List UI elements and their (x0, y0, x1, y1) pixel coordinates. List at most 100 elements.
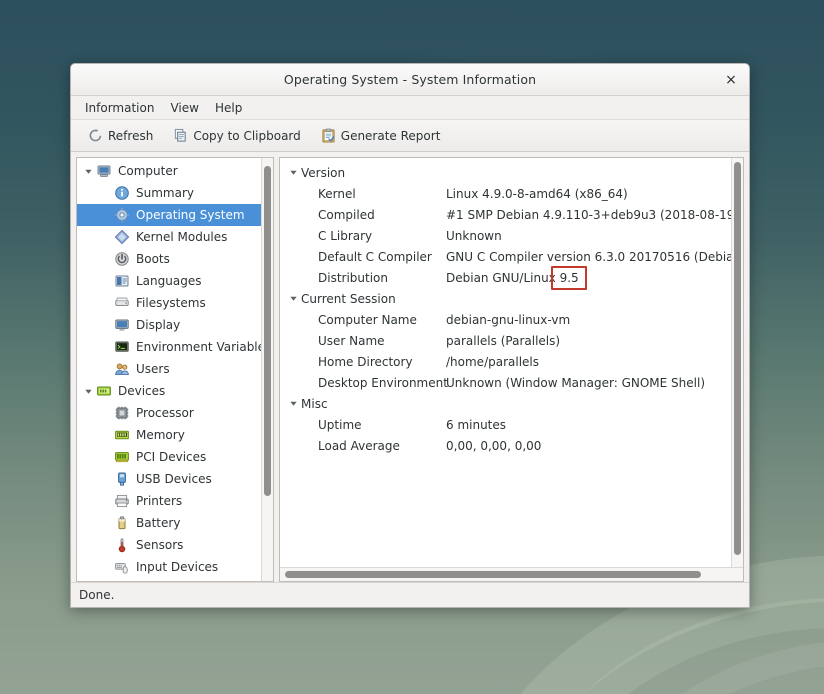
display-icon (113, 317, 131, 333)
refresh-button[interactable]: Refresh (79, 124, 162, 147)
group-header-current-session[interactable]: Current Session (280, 288, 731, 309)
info-row[interactable]: Compiled#1 SMP Debian 4.9.110-3+deb9u3 (… (280, 204, 731, 225)
info-key: User Name (318, 334, 446, 348)
sidebar-item-kernel-modules[interactable]: Kernel Modules (77, 226, 261, 248)
chevron-down-icon[interactable] (285, 399, 301, 408)
content-scroll-thumb[interactable] (734, 162, 741, 555)
sensor-icon (113, 537, 131, 553)
window-title: Operating System - System Information (284, 72, 536, 87)
chevron-down-icon[interactable] (81, 167, 95, 176)
sidebar-scroll-thumb[interactable] (264, 166, 271, 496)
copy-to-clipboard-label: Copy to Clipboard (193, 129, 300, 143)
sidebar-item-label: Devices (118, 385, 165, 397)
generate-report-button[interactable]: Generate Report (312, 124, 450, 147)
sidebar-item-label: Computer (118, 165, 178, 177)
info-row[interactable]: DistributionDebian GNU/Linux 9.5 (280, 267, 731, 288)
info-row[interactable]: Home Directory/home/parallels (280, 351, 731, 372)
memory-icon (113, 427, 131, 443)
chevron-down-icon[interactable] (285, 168, 301, 177)
info-key: Home Directory (318, 355, 446, 369)
computer-icon (95, 163, 113, 179)
sidebar-item-label: Filesystems (136, 297, 206, 309)
info-key: Computer Name (318, 313, 446, 327)
window-titlebar[interactable]: Operating System - System Information × (71, 64, 749, 96)
sidebar-item-input-devices[interactable]: Input Devices (77, 556, 261, 578)
sidebar-tree: Computer SummaryOperating SystemKernel Mo… (77, 158, 261, 581)
chevron-down-icon[interactable] (81, 387, 95, 396)
sidebar-vertical-scrollbar[interactable] (261, 158, 273, 581)
content-row: VersionKernelLinux 4.9.0-8-amd64 (x86_64… (280, 158, 743, 567)
sidebar-item-printers[interactable]: Printers (77, 490, 261, 512)
content-vertical-scrollbar[interactable] (731, 158, 743, 567)
sidebar-item-computer[interactable]: Computer (77, 160, 261, 182)
users-icon (113, 361, 131, 377)
envvar-icon (113, 339, 131, 355)
content-horizontal-scrollbar[interactable] (280, 567, 743, 581)
sidebar-item-summary[interactable]: Summary (77, 182, 261, 204)
group-header-misc[interactable]: Misc (280, 393, 731, 414)
pci-icon (113, 449, 131, 465)
menu-help[interactable]: Help (207, 99, 250, 117)
info-row[interactable]: Desktop EnvironmentUnknown (Window Manag… (280, 372, 731, 393)
refresh-label: Refresh (108, 129, 153, 143)
info-row[interactable]: Computer Namedebian-gnu-linux-vm (280, 309, 731, 330)
sidebar-item-label: Processor (136, 407, 194, 419)
menu-information[interactable]: Information (77, 99, 162, 117)
info-key: Uptime (318, 418, 446, 432)
sidebar-item-users[interactable]: Users (77, 358, 261, 380)
sidebar-item-pci-devices[interactable]: PCI Devices (77, 446, 261, 468)
info-row[interactable]: C LibraryUnknown (280, 225, 731, 246)
os-gear-icon (113, 207, 131, 223)
info-row[interactable]: Default C CompilerGNU C Compiler version… (280, 246, 731, 267)
content-hscroll-thumb[interactable] (285, 571, 702, 578)
window-body: Computer SummaryOperating SystemKernel Mo… (71, 152, 749, 582)
chevron-down-icon[interactable] (285, 294, 301, 303)
sidebar-item-devices[interactable]: Devices (77, 380, 261, 402)
copy-to-clipboard-button[interactable]: Copy to Clipboard (164, 124, 309, 147)
sidebar-item-label: Memory (136, 429, 185, 441)
sidebar-item-label: PCI Devices (136, 451, 206, 463)
sidebar-item-operating-system[interactable]: Operating System (77, 204, 261, 226)
annotation-box (551, 266, 587, 290)
sidebar-item-label: Boots (136, 253, 170, 265)
info-value: #1 SMP Debian 4.9.110-3+deb9u3 (2018-08-… (446, 208, 731, 222)
info-value: Unknown (Window Manager: GNOME Shell) (446, 376, 705, 390)
info-key: Load Average (318, 439, 446, 453)
sidebar-item-label: Languages (136, 275, 201, 287)
usb-icon (113, 471, 131, 487)
status-text: Done. (79, 588, 114, 602)
info-row[interactable]: User Nameparallels (Parallels) (280, 330, 731, 351)
info-row[interactable]: Uptime6 minutes (280, 414, 731, 435)
refresh-icon (88, 128, 103, 143)
sidebar-item-battery[interactable]: Battery (77, 512, 261, 534)
info-key: Distribution (318, 271, 446, 285)
info-value: GNU C Compiler version 6.3.0 20170516 (D… (446, 250, 731, 264)
sidebar-item-memory[interactable]: Memory (77, 424, 261, 446)
processor-icon (113, 405, 131, 421)
battery-icon (113, 515, 131, 531)
printer-icon (113, 493, 131, 509)
info-key: Desktop Environment (318, 376, 446, 390)
info-value: debian-gnu-linux-vm (446, 313, 570, 327)
group-header-version[interactable]: Version (280, 162, 731, 183)
menu-view[interactable]: View (162, 99, 206, 117)
sidebar-item-boots[interactable]: Boots (77, 248, 261, 270)
filesystem-icon (113, 295, 131, 311)
sidebar-item-processor[interactable]: Processor (77, 402, 261, 424)
close-icon[interactable]: × (721, 70, 741, 90)
sidebar-panel: Computer SummaryOperating SystemKernel Mo… (76, 157, 274, 582)
toolbar: Refresh Copy to Clipboard (71, 120, 749, 152)
info-key: Default C Compiler (318, 250, 446, 264)
language-icon (113, 273, 131, 289)
info-row[interactable]: Load Average0,00, 0,00, 0,00 (280, 435, 731, 456)
sidebar-item-sensors[interactable]: Sensors (77, 534, 261, 556)
sidebar-item-display[interactable]: Display (77, 314, 261, 336)
sidebar-item-languages[interactable]: Languages (77, 270, 261, 292)
info-row[interactable]: KernelLinux 4.9.0-8-amd64 (x86_64) (280, 183, 731, 204)
sidebar-item-environment-variables[interactable]: Environment Variables (77, 336, 261, 358)
info-icon (113, 185, 131, 201)
sidebar-item-filesystems[interactable]: Filesystems (77, 292, 261, 314)
sidebar-item-usb-devices[interactable]: USB Devices (77, 468, 261, 490)
sidebar-item-label: Users (136, 363, 170, 375)
sidebar-item-label: Battery (136, 517, 180, 529)
